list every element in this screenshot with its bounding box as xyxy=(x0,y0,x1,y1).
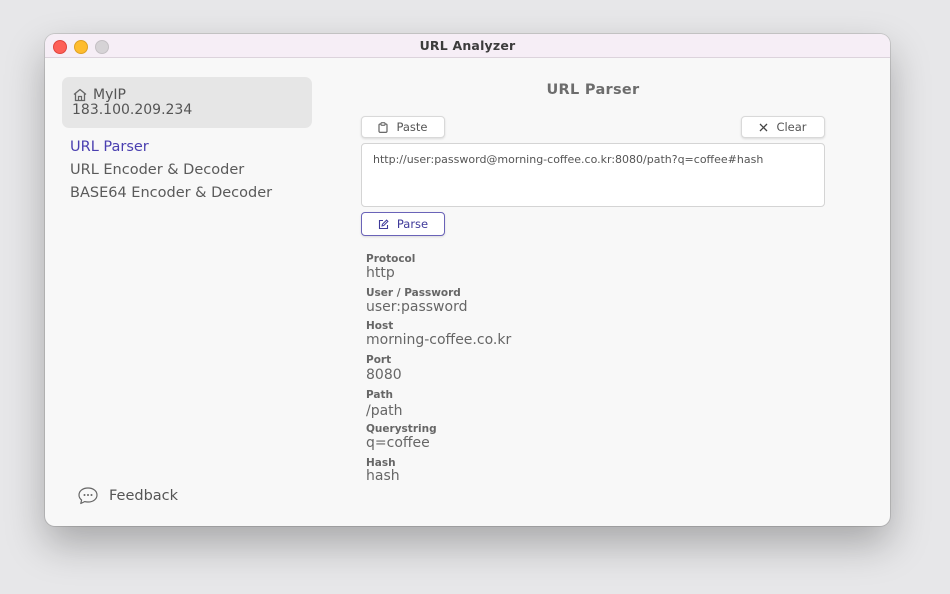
host-value: morning-coffee.co.kr xyxy=(366,332,512,348)
port-value: 8080 xyxy=(366,367,402,383)
querystring-label: Querystring xyxy=(366,423,437,435)
home-icon xyxy=(73,88,87,102)
my-ip-label: MyIP xyxy=(93,87,126,103)
my-ip-card: MyIP 183.100.209.234 xyxy=(62,77,312,128)
title-bar: URL Analyzer xyxy=(45,34,890,58)
close-x-icon xyxy=(759,123,768,131)
hash-value: hash xyxy=(366,468,400,484)
feedback-label: Feedback xyxy=(109,488,179,504)
clear-label: Clear xyxy=(776,120,807,134)
parse-button[interactable]: Parse xyxy=(361,212,445,236)
user-password-value: user:password xyxy=(366,299,468,315)
path-label: Path xyxy=(366,389,393,401)
chat-bubble-icon xyxy=(78,487,98,505)
my-ip-value: 183.100.209.234 xyxy=(72,102,193,118)
clipboard-icon xyxy=(378,121,389,133)
parse-label: Parse xyxy=(396,217,429,231)
protocol-label: Protocol xyxy=(366,253,416,265)
path-value: /path xyxy=(366,403,403,419)
paste-button[interactable]: Paste xyxy=(361,116,445,138)
sidebar-item-url-parser[interactable]: URL Parser xyxy=(70,139,149,155)
clear-button[interactable]: Clear xyxy=(741,116,825,138)
url-input[interactable]: http://user:password@morning-coffee.co.k… xyxy=(361,143,825,207)
protocol-value: http xyxy=(366,265,395,281)
paste-label: Paste xyxy=(396,120,428,134)
window-title: URL Analyzer xyxy=(419,38,516,53)
querystring-value: q=coffee xyxy=(366,435,430,451)
sidebar-item-base64-encoder-decoder[interactable]: BASE64 Encoder & Decoder xyxy=(70,185,272,201)
port-label: Port xyxy=(366,354,392,366)
feedback-button[interactable]: Feedback xyxy=(77,486,178,506)
page-title: URL Parser xyxy=(546,82,640,98)
user-password-label: User / Password xyxy=(366,287,461,299)
edit-icon xyxy=(378,218,389,229)
app-window: URL Analyzer MyIP 183.100.209.234 URL Pa… xyxy=(45,34,890,526)
host-label: Host xyxy=(366,320,394,332)
sidebar-item-url-encoder-decoder[interactable]: URL Encoder & Decoder xyxy=(70,162,244,178)
